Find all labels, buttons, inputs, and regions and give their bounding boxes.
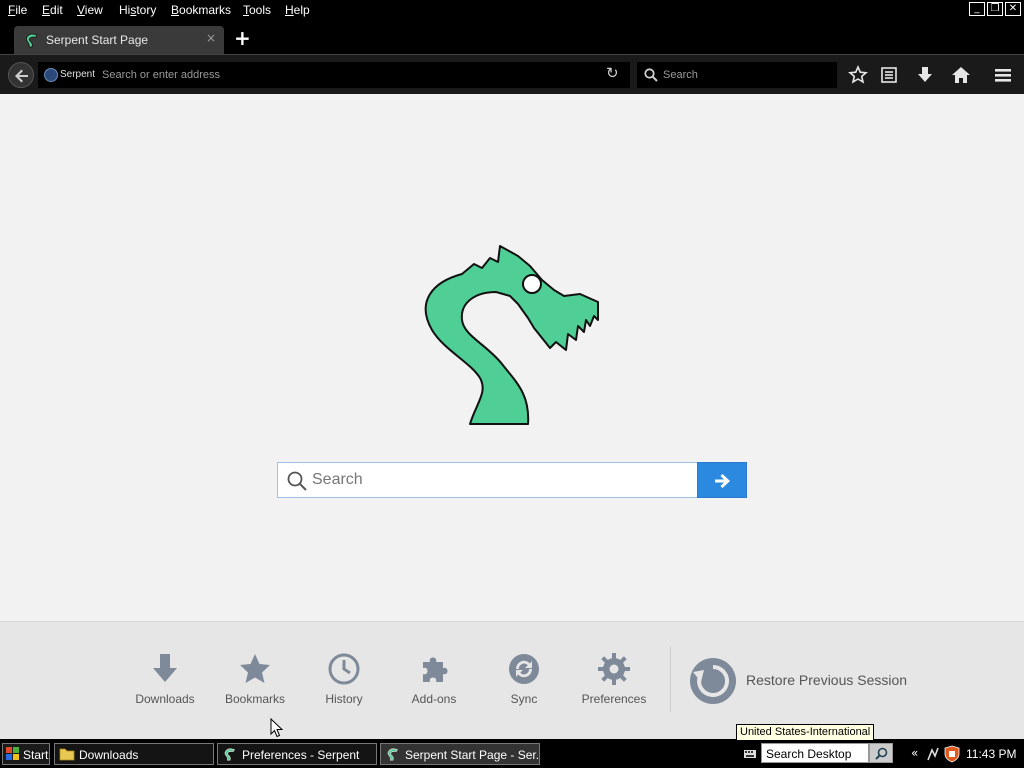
- launcher-sync[interactable]: Sync: [479, 652, 569, 706]
- start-page: [0, 94, 1024, 621]
- navigation-toolbar: Serpent: [0, 54, 1024, 94]
- launcher-downloads[interactable]: Downloads: [120, 652, 210, 706]
- taskbar-item-downloads[interactable]: Downloads: [54, 743, 214, 765]
- arrow-right-icon: [715, 474, 730, 488]
- search-icon: [287, 471, 307, 491]
- restore-icon[interactable]: ❐: [987, 2, 1003, 16]
- desktop-search-button[interactable]: [869, 743, 893, 763]
- home-icon[interactable]: [951, 65, 971, 85]
- search-go-button[interactable]: [697, 462, 747, 498]
- serpent-logo-icon: [387, 748, 398, 761]
- tab-serpent-start-page[interactable]: Serpent Start Page ×: [14, 26, 224, 54]
- menu-edit[interactable]: Edit: [42, 3, 63, 17]
- menu-bar: File Edit View History Bookmarks Tools H…: [0, 0, 1024, 20]
- keyboard-icon[interactable]: [744, 750, 756, 758]
- reading-list-icon[interactable]: [879, 65, 899, 85]
- network-icon[interactable]: [926, 746, 940, 762]
- menu-history[interactable]: History: [119, 3, 156, 17]
- minimize-icon[interactable]: _: [969, 2, 985, 16]
- serpent-logo-icon: [224, 748, 235, 761]
- tab-close-icon[interactable]: ×: [206, 31, 216, 45]
- back-button[interactable]: [8, 62, 34, 88]
- download-arrow-icon: [153, 654, 177, 682]
- menu-help[interactable]: Help: [285, 3, 310, 17]
- sync-icon: [509, 654, 539, 684]
- address-input[interactable]: [102, 66, 592, 84]
- tray-expand-icon[interactable]: «: [911, 746, 918, 760]
- window-controls: _ ❐ ✕: [969, 2, 1021, 16]
- launcher-history[interactable]: History: [299, 652, 389, 706]
- puzzle-icon: [423, 657, 448, 682]
- taskbar-item-preferences[interactable]: Preferences - Serpent: [217, 743, 377, 765]
- search-icon: [875, 747, 888, 760]
- download-icon[interactable]: [915, 65, 935, 85]
- clock-icon: [328, 653, 360, 685]
- search-input[interactable]: [663, 66, 831, 84]
- launcher-bar: Downloads Bookmarks History Add-ons Sync…: [0, 621, 1024, 739]
- windows-flag-icon: [6, 747, 19, 760]
- serpent-logo-icon: [25, 33, 38, 48]
- search-box[interactable]: [637, 62, 837, 88]
- start-search-box[interactable]: [277, 462, 747, 498]
- back-icon: [15, 69, 28, 83]
- site-identity-icon[interactable]: [44, 68, 58, 82]
- menu-tools[interactable]: Tools: [243, 3, 271, 17]
- system-clock: 11:43 PM: [966, 747, 1017, 761]
- search-icon: [644, 68, 658, 82]
- star-icon: [240, 654, 270, 683]
- start-search-input[interactable]: [312, 467, 692, 493]
- browser-window: File Edit View History Bookmarks Tools H…: [0, 0, 1024, 768]
- folder-icon: [59, 748, 75, 761]
- menu-view[interactable]: View: [77, 3, 103, 17]
- launcher-bookmarks[interactable]: Bookmarks: [210, 652, 300, 706]
- new-tab-button[interactable]: +: [234, 28, 251, 48]
- bookmark-star-icon[interactable]: [848, 65, 868, 85]
- tab-title: Serpent Start Page: [46, 33, 149, 47]
- shield-icon[interactable]: [944, 745, 960, 763]
- tab-strip: Serpent Start Page × +: [0, 20, 1024, 54]
- mouse-cursor-icon: [270, 718, 284, 738]
- menu-icon[interactable]: [993, 65, 1013, 85]
- restore-session-icon: [690, 658, 736, 704]
- taskbar: Start Downloads Preferences - Serpent Se…: [0, 741, 1024, 768]
- desktop-search-input[interactable]: Search Desktop: [761, 743, 869, 763]
- reload-icon[interactable]: ↻: [606, 65, 619, 81]
- start-button[interactable]: Start: [2, 743, 50, 765]
- serpent-logo: [424, 245, 599, 425]
- site-identity-label: Serpent: [60, 69, 96, 80]
- address-bar[interactable]: Serpent: [38, 62, 630, 88]
- language-tooltip: United States-International: [736, 724, 875, 741]
- taskbar-item-start-page[interactable]: Serpent Start Page - Ser...: [380, 743, 540, 765]
- menu-file[interactable]: File: [8, 3, 27, 17]
- menu-bookmarks[interactable]: Bookmarks: [171, 3, 231, 17]
- launcher-addons[interactable]: Add-ons: [389, 652, 479, 706]
- close-icon[interactable]: ✕: [1005, 2, 1021, 16]
- launcher-preferences[interactable]: Preferences: [569, 652, 659, 706]
- gear-icon: [598, 653, 630, 685]
- launcher-divider: [670, 646, 671, 712]
